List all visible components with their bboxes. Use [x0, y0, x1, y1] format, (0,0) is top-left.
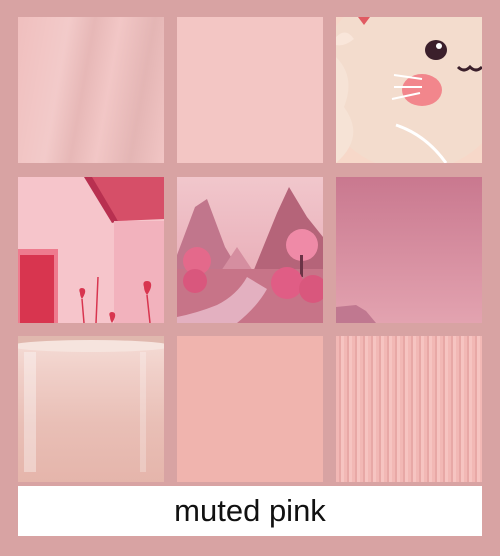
striped-texture-tile — [336, 336, 482, 482]
cartoon-cat-illustration — [336, 17, 482, 163]
peach-pink-swatch-tile — [177, 336, 323, 482]
caption-text: muted pink — [174, 493, 326, 528]
pink-house-tile — [18, 177, 164, 323]
pink-mountain-landscape-tile — [177, 177, 323, 323]
ceramic-cup-tile — [18, 336, 164, 482]
cartoon-cat-tile — [336, 17, 482, 163]
cup-illustration — [18, 336, 164, 472]
cat-eye — [425, 40, 447, 60]
flat-pink-swatch-tile — [177, 17, 323, 163]
house-door — [20, 255, 54, 323]
pink-house-illustration — [18, 177, 164, 323]
caption-box: muted pink — [18, 486, 482, 536]
pink-gradient-tile — [336, 177, 482, 323]
fabric-swatch-tile — [18, 17, 164, 163]
mountain-landscape-illustration — [177, 177, 323, 323]
